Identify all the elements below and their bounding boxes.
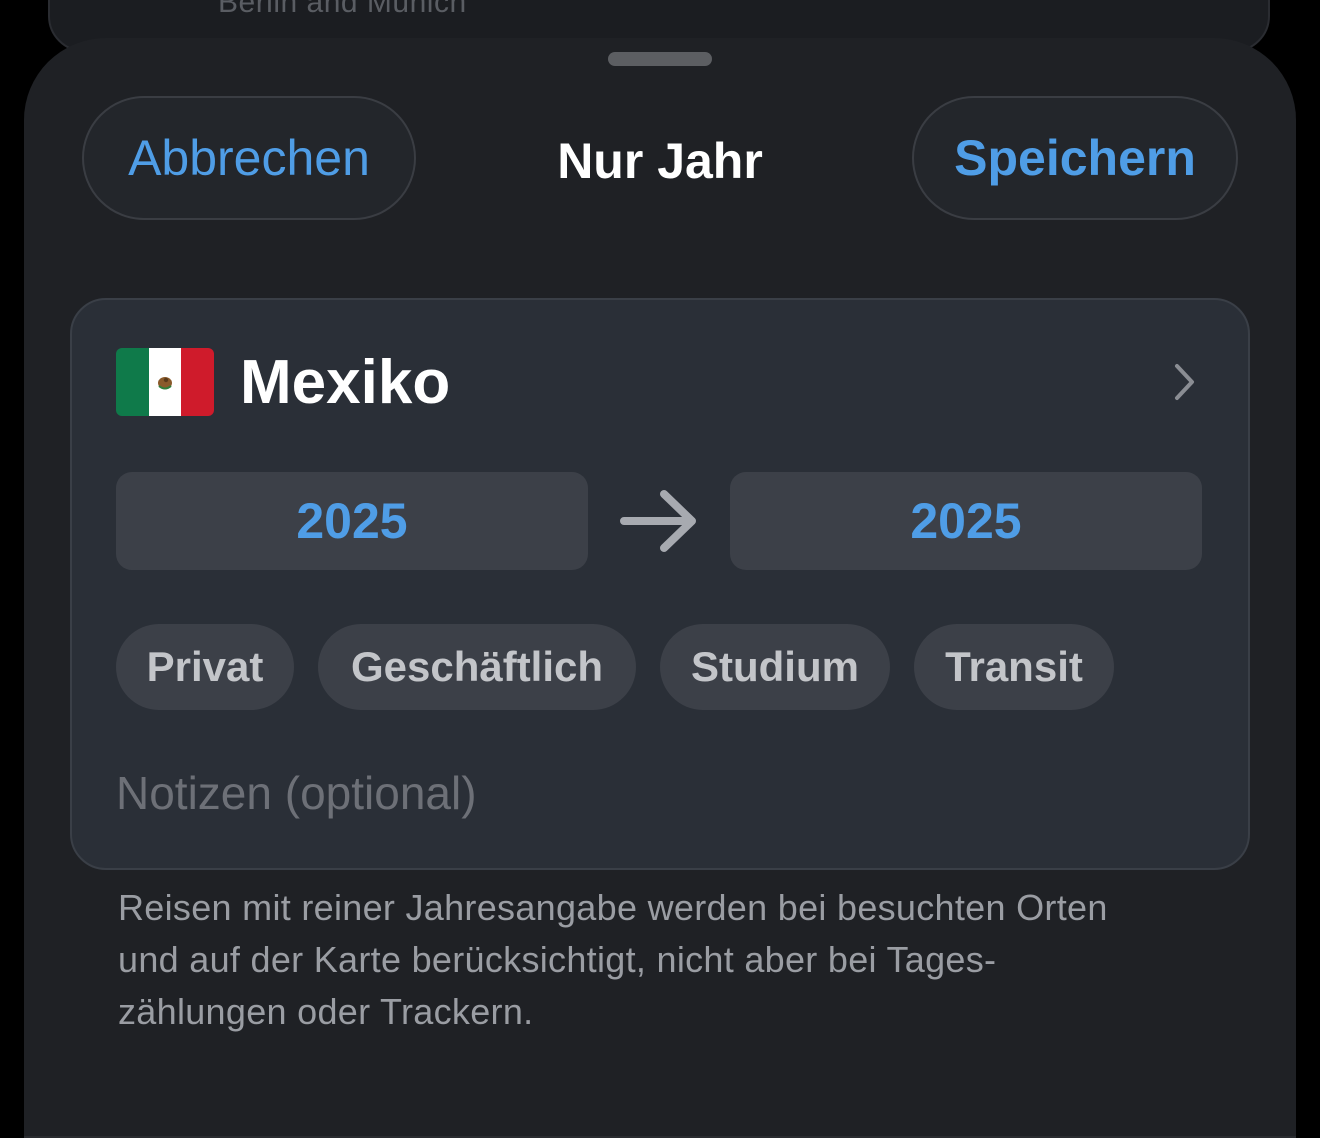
country-name: Mexiko [240, 347, 451, 417]
save-button[interactable]: Speichern [912, 96, 1238, 220]
year-only-sheet: Abbrechen Nur Jahr Speichern Mexiko 2025… [24, 38, 1296, 1138]
cancel-button[interactable]: Abbrechen [82, 96, 416, 220]
end-year-picker[interactable]: 2025 [730, 472, 1202, 570]
tag-privat[interactable]: Privat [116, 624, 294, 710]
country-selector[interactable]: Mexiko [116, 346, 1206, 418]
trip-card: Mexiko 2025 2025 Privat Geschäftlich Stu… [70, 298, 1250, 870]
footnote-line: Reisen mit reiner Jahresangabe werden be… [118, 887, 1108, 928]
start-year-picker[interactable]: 2025 [116, 472, 588, 570]
tag-transit[interactable]: Transit [914, 624, 1114, 710]
footnote-line: und auf der Karte berücksichtigt, nicht … [118, 939, 997, 980]
info-footnote: Reisen mit reiner Jahresangabe werden be… [118, 882, 1218, 1038]
tag-studium[interactable]: Studium [660, 624, 890, 710]
arrow-right-icon [620, 490, 696, 552]
sheet-grabber[interactable] [608, 52, 712, 66]
tag-geschaeftlich[interactable]: Geschäftlich [318, 624, 636, 710]
chevron-right-icon [1175, 364, 1194, 400]
background-card-text: Berlin and Munich [218, 0, 467, 19]
sheet-title: Nur Jahr [557, 133, 763, 189]
footnote-line: zählungen oder Trackern. [118, 991, 534, 1032]
mexico-flag-icon [116, 348, 214, 416]
notes-input[interactable] [116, 758, 1206, 828]
